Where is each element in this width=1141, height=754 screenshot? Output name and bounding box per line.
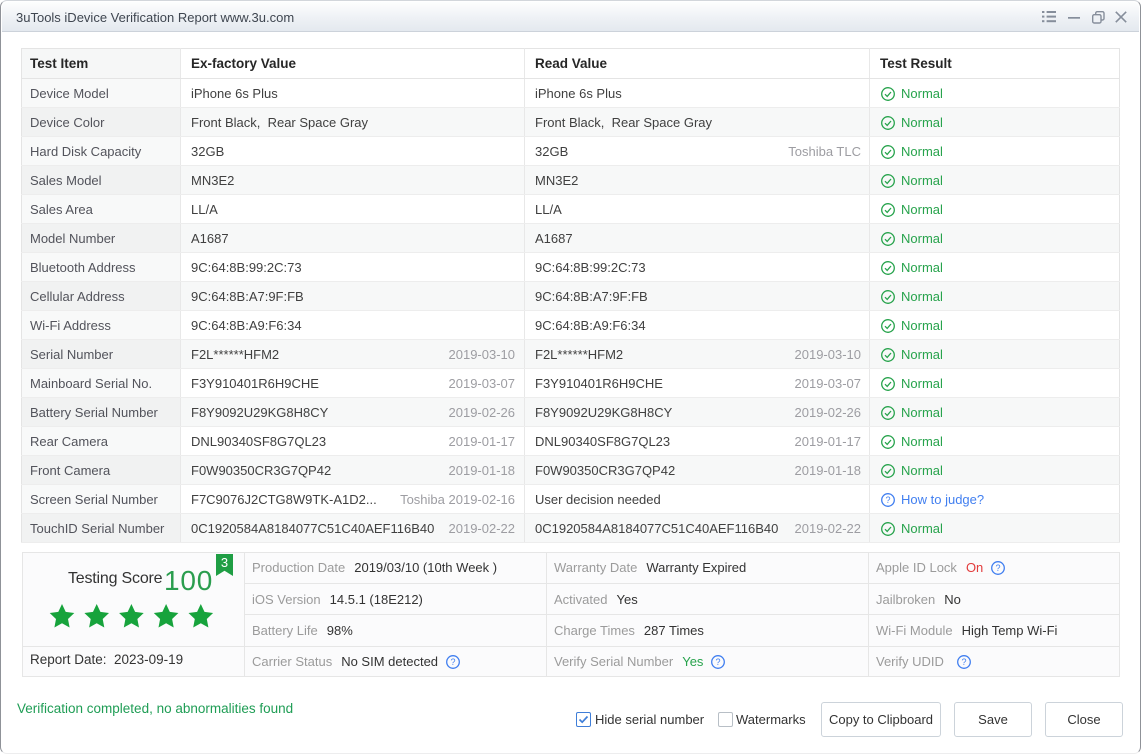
svg-text:?: ?: [961, 657, 966, 667]
svg-text:?: ?: [450, 657, 455, 667]
svg-text:?: ?: [995, 563, 1000, 573]
svg-text:?: ?: [885, 495, 890, 505]
svg-text:?: ?: [716, 657, 721, 667]
